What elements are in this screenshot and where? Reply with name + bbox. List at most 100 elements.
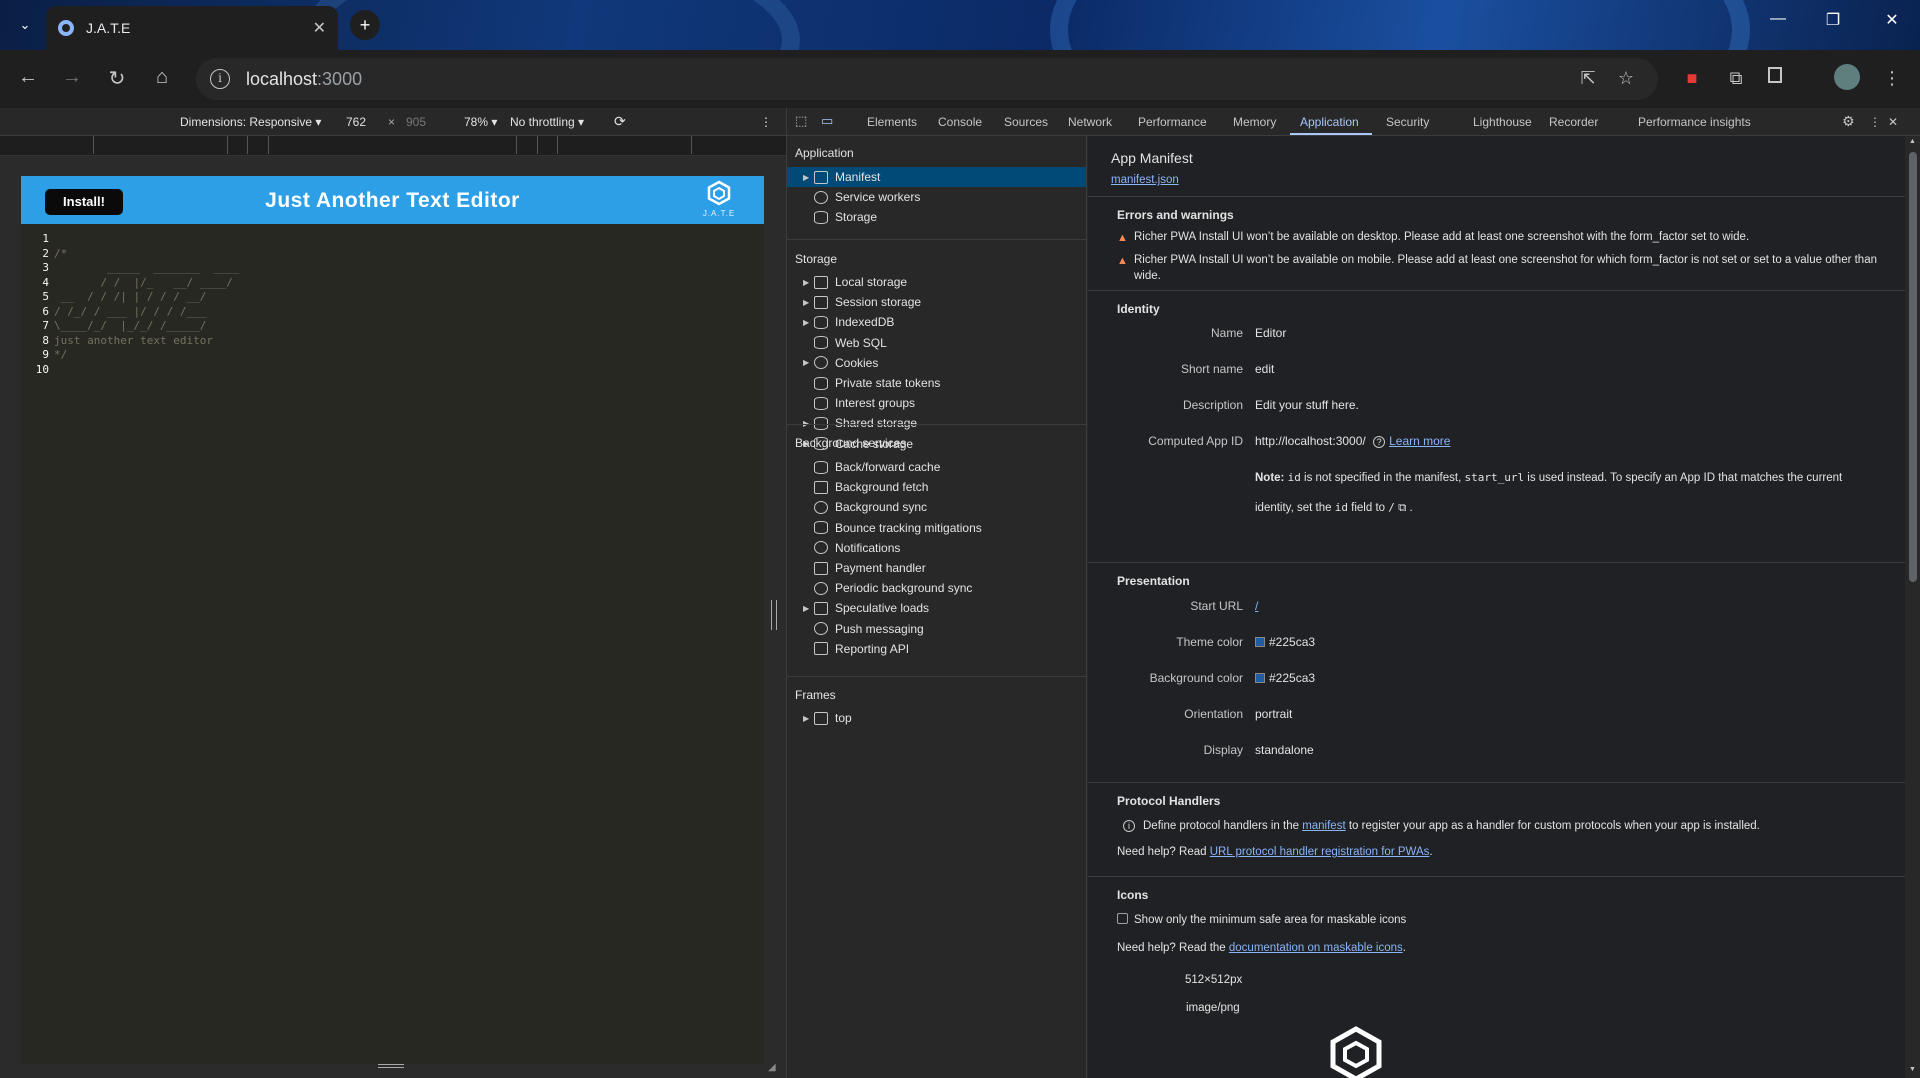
home-button[interactable]: ⌂: [148, 66, 176, 89]
resize-handle[interactable]: [378, 1064, 404, 1068]
code-line[interactable]: _____ _______ ____: [54, 261, 239, 276]
sidebar-item-local-storage[interactable]: ▶ Local storage: [787, 272, 1086, 292]
expand-arrow-icon[interactable]: ▶: [803, 318, 809, 327]
media-query-ruler[interactable]: [0, 136, 786, 156]
sidebar-item-bounce-tracking-mitigations[interactable]: Bounce tracking mitigations: [787, 518, 1086, 538]
new-tab-button[interactable]: +: [350, 10, 380, 40]
scrollbar-thumb[interactable]: [1909, 152, 1917, 582]
side-panel-icon[interactable]: [1768, 67, 1782, 83]
devtools-menu-icon[interactable]: ⋮: [1869, 115, 1881, 129]
close-window-icon[interactable]: ✕: [1872, 10, 1912, 30]
tab-sources[interactable]: Sources: [1004, 115, 1048, 129]
tab-recorder[interactable]: Recorder: [1549, 115, 1598, 129]
site-info-icon[interactable]: i: [210, 69, 230, 89]
sidebar-item-service-workers[interactable]: Service workers: [787, 187, 1086, 207]
reload-button[interactable]: ↻: [103, 66, 131, 91]
throttling-select[interactable]: No throttling ▾: [510, 115, 584, 129]
tab-console[interactable]: Console: [938, 115, 982, 129]
back-button[interactable]: ←: [14, 66, 42, 89]
code-line[interactable]: / / |/_ __/ ____/: [54, 276, 232, 291]
devtools-splitter[interactable]: [771, 600, 777, 630]
sidebar-item-notifications[interactable]: Notifications: [787, 538, 1086, 558]
corner-resize-icon[interactable]: ◢: [768, 1062, 776, 1073]
code-line[interactable]: /*: [54, 247, 67, 262]
help-icon[interactable]: ?: [1373, 436, 1386, 448]
rotate-icon[interactable]: ⟳: [614, 113, 626, 130]
maskable-docs-link[interactable]: documentation on maskable icons: [1229, 942, 1403, 954]
sidebar-item-indexeddb[interactable]: ▶ IndexedDB: [787, 312, 1086, 332]
zoom-select[interactable]: 78% ▾: [464, 115, 497, 129]
code-line[interactable]: just another text editor: [54, 334, 213, 349]
tab-network[interactable]: Network: [1068, 115, 1112, 129]
sidebar-item-background-fetch[interactable]: Background fetch: [787, 477, 1086, 497]
tab-search-button[interactable]: ⌄: [10, 10, 40, 40]
start-url-link[interactable]: /: [1255, 599, 1258, 613]
sidebar-item-top[interactable]: ▶ top: [787, 708, 1086, 728]
scroll-up-icon[interactable]: ▲: [1909, 138, 1916, 145]
tab-security[interactable]: Security: [1386, 115, 1429, 129]
extensions-puzzle-icon[interactable]: ⧉: [1724, 68, 1748, 89]
sidebar-item-periodic-background-sync[interactable]: Periodic background sync: [787, 578, 1086, 598]
close-tab-icon[interactable]: ✕: [313, 18, 326, 38]
expand-arrow-icon[interactable]: ▶: [803, 298, 809, 307]
minimize-icon[interactable]: —: [1758, 10, 1798, 28]
manifest-json-link[interactable]: manifest.json: [1111, 174, 1179, 186]
inspect-icon[interactable]: ⬚: [795, 113, 807, 129]
code-line[interactable]: / /_/ / ___ |/ / / /___: [54, 305, 206, 320]
sidebar-item-reporting-api[interactable]: Reporting API: [787, 639, 1086, 659]
bookmark-star-icon[interactable]: ☆: [1614, 68, 1638, 89]
line-number: 9: [42, 348, 49, 361]
code-line[interactable]: __ / / /| | / / / __/: [54, 290, 207, 305]
tab-elements[interactable]: Elements: [867, 115, 917, 129]
copy-icon[interactable]: ⧉: [1398, 502, 1406, 514]
sidebar-item-web-sql[interactable]: Web SQL: [787, 333, 1086, 353]
sidebar-item-push-messaging[interactable]: Push messaging: [787, 619, 1086, 639]
code-line[interactable]: */: [54, 348, 67, 363]
expand-arrow-icon[interactable]: ▶: [803, 714, 809, 723]
sidebar-item-payment-handler[interactable]: Payment handler: [787, 558, 1086, 578]
settings-gear-icon[interactable]: ⚙: [1842, 113, 1855, 130]
sidebar-item-manifest[interactable]: ▶ Manifest: [787, 167, 1086, 187]
expand-arrow-icon[interactable]: ▶: [803, 173, 809, 182]
width-input[interactable]: 762: [346, 115, 366, 129]
expand-arrow-icon[interactable]: ▶: [803, 358, 809, 367]
sidebar-item-interest-groups[interactable]: Interest groups: [787, 393, 1086, 413]
tab-application[interactable]: Application: [1300, 115, 1359, 129]
code-line[interactable]: \____/_/ |_/_/ /_____/: [54, 319, 206, 334]
maskable-checkbox[interactable]: [1117, 913, 1128, 924]
sidebar-item-speculative-loads[interactable]: ▶ Speculative loads: [787, 598, 1086, 618]
forward-button[interactable]: →: [58, 66, 86, 89]
tab-lighthouse[interactable]: Lighthouse: [1473, 115, 1532, 129]
expand-arrow-icon[interactable]: ▶: [803, 604, 809, 613]
tab-performance[interactable]: Performance: [1138, 115, 1207, 129]
scroll-down-icon[interactable]: ▼: [1909, 1066, 1916, 1073]
sidebar-item-storage[interactable]: Storage: [787, 207, 1086, 227]
restore-icon[interactable]: ❐: [1813, 10, 1853, 30]
protocol-help-link[interactable]: URL protocol handler registration for PW…: [1210, 846, 1430, 858]
sidebar-item-private-state-tokens[interactable]: Private state tokens: [787, 373, 1086, 393]
device-toggle-icon[interactable]: ▭: [821, 113, 833, 129]
open-in-app-icon[interactable]: ⇱: [1576, 68, 1600, 89]
tab-performance-insights[interactable]: Performance insights: [1638, 115, 1751, 129]
extension-icon[interactable]: ■: [1680, 68, 1704, 89]
expand-arrow-icon[interactable]: ▶: [803, 278, 809, 287]
sidebar-item-cookies[interactable]: ▶ Cookies: [787, 353, 1086, 373]
sidebar-item-background-sync[interactable]: Background sync: [787, 497, 1086, 517]
avatar[interactable]: [1834, 64, 1860, 90]
sidebar-item-session-storage[interactable]: ▶ Session storage: [787, 292, 1086, 312]
tab-memory[interactable]: Memory: [1233, 115, 1276, 129]
address-bar[interactable]: i localhost:3000: [196, 58, 1658, 100]
app-id-label: Computed App ID: [1148, 434, 1243, 448]
protocol-manifest-link[interactable]: manifest: [1302, 820, 1345, 832]
menu-dots-icon[interactable]: ⋮: [1880, 68, 1904, 89]
sidebar-item-back-forward-cache[interactable]: Back/forward cache: [787, 457, 1086, 477]
url-host: localhost: [246, 68, 318, 89]
height-input[interactable]: 905: [406, 115, 426, 129]
sidebar-item-label: Reporting API: [835, 641, 910, 656]
close-devtools-icon[interactable]: ✕: [1888, 115, 1898, 129]
browser-tab[interactable]: J.A.T.E ✕: [46, 6, 338, 50]
learn-more-link[interactable]: Learn more: [1389, 434, 1450, 448]
device-menu-icon[interactable]: ⋮: [760, 115, 772, 129]
dimensions-select[interactable]: Dimensions: Responsive ▾: [180, 115, 321, 129]
scrollbar[interactable]: ▲ ▼: [1905, 136, 1920, 1078]
